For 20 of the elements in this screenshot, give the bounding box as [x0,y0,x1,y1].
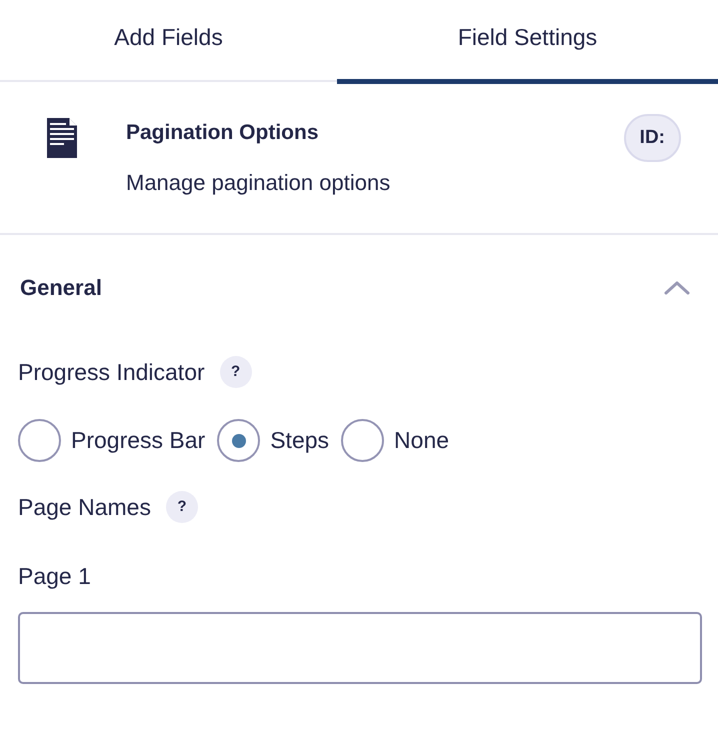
id-badge: ID: [624,114,681,162]
tab[interactable]: Add Fields [0,0,337,84]
document-icon [46,118,76,158]
radio-button[interactable] [18,419,61,462]
tab[interactable]: Field Settings [337,0,718,84]
radio-button[interactable] [341,419,384,462]
radio-option[interactable]: None [341,419,450,462]
help-icon[interactable]: ? [220,356,252,388]
field-label: Progress Indicator [18,358,205,387]
radio-option[interactable]: Progress Bar [18,419,206,462]
section-title[interactable]: General [20,270,102,304]
help-icon[interactable]: ? [166,491,198,523]
field-description: Manage pagination options [126,168,392,197]
input-field[interactable] [18,612,702,684]
radio-button[interactable] [217,419,260,462]
field-label: Page Names [18,492,151,522]
chevron-up-icon[interactable] [664,280,690,294]
field-title: Pagination Options [126,120,320,146]
radio-option[interactable]: Steps [217,419,330,462]
field-label: Page 1 [18,562,92,591]
